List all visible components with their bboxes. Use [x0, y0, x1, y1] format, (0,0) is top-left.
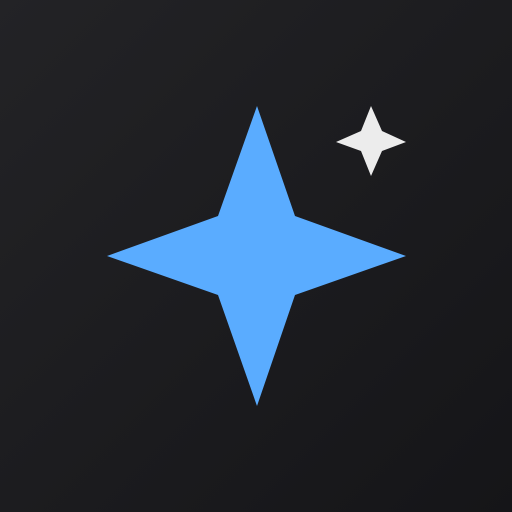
- sparkle-icon: [107, 106, 406, 406]
- app-icon-tile: [0, 0, 512, 512]
- secondary-star-icon: [336, 106, 406, 176]
